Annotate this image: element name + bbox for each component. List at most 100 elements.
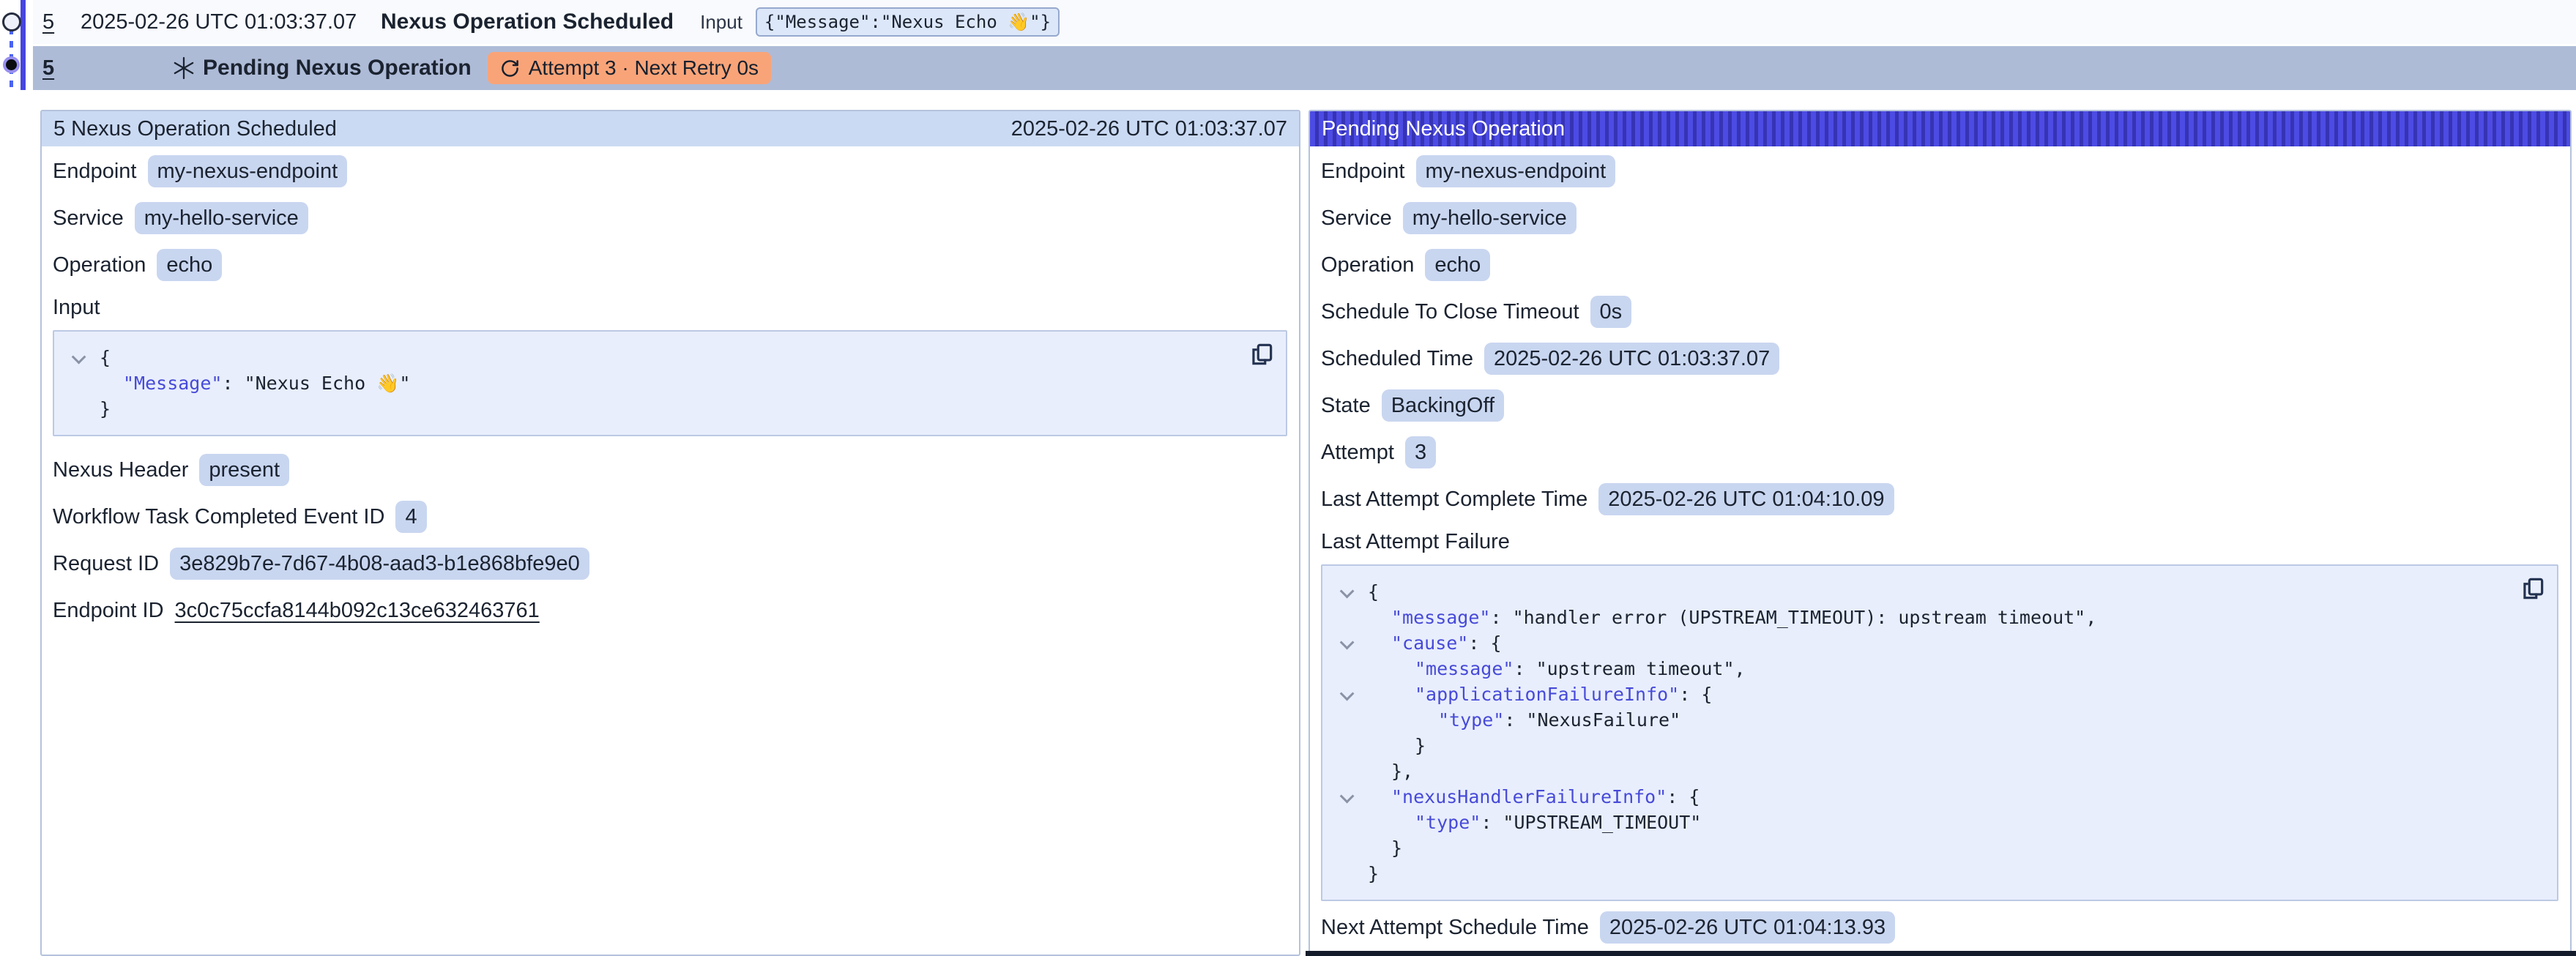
code-line: } (1340, 733, 2539, 758)
field-value-chip: 2025-02-26 UTC 01:04:10.09 (1598, 483, 1894, 515)
field-row: Scheduled Time 2025-02-26 UTC 01:03:37.07 (1321, 343, 2558, 375)
event-id-link[interactable]: 5 (42, 10, 81, 34)
field-value-chip: my-nexus-endpoint (148, 155, 348, 187)
field-value-chip: 4 (395, 501, 426, 533)
code-line: "applicationFailureInfo": { (1340, 681, 2539, 707)
next-attempt-label: Next Attempt Schedule Time (1321, 916, 1589, 940)
code-line: "message": "handler error (UPSTREAM_TIME… (1340, 605, 2539, 630)
event-input-preview-chip: {"Message":"Nexus Echo 👋"} (756, 7, 1060, 37)
timeline-rail (21, 0, 26, 90)
field-row: Servicemy-hello-service (53, 202, 1287, 234)
code-line: "message": "upstream timeout", (1340, 656, 2539, 681)
field-label: Endpoint (53, 160, 137, 184)
code-line: }, (1340, 758, 2539, 784)
field-label: Request ID (53, 552, 159, 576)
field-row: Operation echo (1321, 249, 2558, 281)
event-details-header-timestamp: 2025-02-26 UTC 01:03:37.07 (1011, 117, 1287, 141)
field-value-chip: my-hello-service (135, 202, 308, 234)
field-row: Endpoint ID 3c0c75ccfa8144b092c13ce632463… (53, 594, 1287, 627)
detail-panels: 5 Nexus Operation Scheduled 2025-02-26 U… (40, 110, 2572, 956)
code-line: } (1340, 861, 2539, 886)
collapse-chevron-icon[interactable] (1340, 587, 1368, 597)
collapse-chevron-icon[interactable] (1340, 638, 1368, 649)
field-label: Workflow Task Completed Event ID (53, 505, 384, 529)
field-label: Schedule To Close Timeout (1321, 300, 1579, 324)
event-timestamp: 2025-02-26 UTC 01:03:37.07 (81, 10, 381, 34)
code-line: "nexusHandlerFailureInfo": { (1340, 784, 2539, 810)
code-line: { (72, 345, 1268, 370)
event-row-nexus-operation-scheduled[interactable]: 5 2025-02-26 UTC 01:03:37.07 Nexus Opera… (33, 0, 2576, 44)
collapse-chevron-icon[interactable] (1340, 690, 1368, 700)
pending-nexus-operation-row[interactable]: 5 Pending Nexus Operation Attempt 3 · Ne… (33, 46, 2576, 90)
timeline-node-current-icon (3, 56, 20, 73)
field-value-chip: 3e829b7e-7d67-4b08-aad3-b1e868bfe9e0 (170, 548, 589, 580)
pending-operation-header-title: Pending Nexus Operation (1322, 117, 1565, 141)
input-section-label: Input (53, 296, 1287, 320)
field-label: Scheduled Time (1321, 347, 1473, 371)
collapse-chevron-icon[interactable] (72, 353, 100, 363)
field-value-chip: echo (157, 249, 222, 281)
field-value-chip: my-hello-service (1403, 202, 1577, 234)
input-json-block: {"Message": "Nexus Echo 👋"} (53, 330, 1287, 436)
failure-json-lines: {"message": "handler error (UPSTREAM_TIM… (1340, 579, 2539, 886)
field-label: Last Attempt Complete Time (1321, 488, 1587, 512)
field-value-chip: present (199, 454, 289, 486)
event-details-body: Endpoint my-nexus-endpoint Servicemy-hello… (42, 146, 1299, 955)
code-line: "type": "NexusFailure" (1340, 707, 2539, 733)
code-line: "Message": "Nexus Echo 👋" (72, 370, 1268, 396)
field-row: Attempt3 (1321, 436, 2558, 468)
code-line: "cause": { (1340, 630, 2539, 656)
field-row: Operation echo (53, 249, 1287, 281)
pending-fields: Endpoint my-nexus-endpoint Service my-hello… (1321, 155, 2558, 515)
retry-status-badge: Attempt 3 · Next Retry 0s (488, 52, 771, 84)
code-line: } (72, 396, 1268, 422)
timeline-node-open-icon (2, 12, 21, 31)
event-fields-bottom: Nexus Header present Workflow Task Complet… (53, 454, 1287, 627)
event-details-panel: 5 Nexus Operation Scheduled 2025-02-26 U… (40, 110, 1300, 956)
collapse-chevron-icon[interactable] (1340, 792, 1368, 802)
field-label: Service (1321, 206, 1392, 231)
event-details-header-title: 5 Nexus Operation Scheduled (53, 117, 337, 141)
bottom-divider (1306, 951, 2576, 956)
field-value-chip: BackingOff (1382, 389, 1504, 422)
field-row: Workflow Task Completed Event ID 4 (53, 501, 1287, 533)
event-details-header: 5 Nexus Operation Scheduled 2025-02-26 U… (42, 111, 1299, 146)
field-label: Attempt (1321, 441, 1394, 465)
field-value-link[interactable]: 3c0c75ccfa8144b092c13ce632463761 (175, 599, 540, 623)
field-value-chip: 2025-02-26 UTC 01:03:37.07 (1484, 343, 1779, 375)
pending-asterisk-icon (172, 56, 196, 80)
pending-title: Pending Nexus Operation (203, 56, 472, 81)
field-row: Schedule To Close Timeout 0s (1321, 296, 2558, 328)
pending-operation-header: Pending Nexus Operation (1310, 111, 2570, 146)
copy-failure-button[interactable] (2519, 575, 2547, 602)
field-label: Nexus Header (53, 458, 188, 482)
pending-operation-body: Endpoint my-nexus-endpoint Service my-hello… (1310, 146, 2570, 956)
field-label: Operation (53, 253, 146, 277)
code-line: } (1340, 835, 2539, 861)
code-line: { (1340, 579, 2539, 605)
retry-icon (500, 59, 520, 78)
event-title: Nexus Operation Scheduled (381, 10, 674, 34)
field-value-chip: my-nexus-endpoint (1416, 155, 1616, 187)
field-value-chip: echo (1425, 249, 1490, 281)
pending-operation-panel: Pending Nexus Operation Endpoint my-nexus… (1309, 110, 2572, 956)
event-input-label: Input (700, 11, 742, 34)
field-row: Endpoint my-nexus-endpoint (1321, 155, 2558, 187)
field-value-chip: 0s (1590, 296, 1632, 328)
event-fields-top: Endpoint my-nexus-endpoint Servicemy-hello… (53, 155, 1287, 281)
field-label: Endpoint (1321, 160, 1405, 184)
field-label: State (1321, 394, 1371, 418)
failure-json-block: {"message": "handler error (UPSTREAM_TIM… (1321, 564, 2558, 901)
field-label: Endpoint ID (53, 599, 164, 623)
field-row: Service my-hello-service (1321, 202, 2558, 234)
field-label: Operation (1321, 253, 1414, 277)
failure-section-label: Last Attempt Failure (1321, 530, 2558, 554)
pending-event-id-link[interactable]: 5 (42, 56, 81, 81)
field-row: State BackingOff (1321, 389, 2558, 422)
field-row: Endpoint my-nexus-endpoint (53, 155, 1287, 187)
next-attempt-row: Next Attempt Schedule Time 2025-02-26 UT… (1321, 911, 2558, 944)
field-row: Request ID 3e829b7e-7d67-4b08-aad3-b1e868… (53, 548, 1287, 580)
next-attempt-value-chip: 2025-02-26 UTC 01:04:13.93 (1600, 911, 1895, 944)
copy-input-button[interactable] (1248, 340, 1276, 368)
input-json-lines: {"Message": "Nexus Echo 👋"} (72, 345, 1268, 422)
